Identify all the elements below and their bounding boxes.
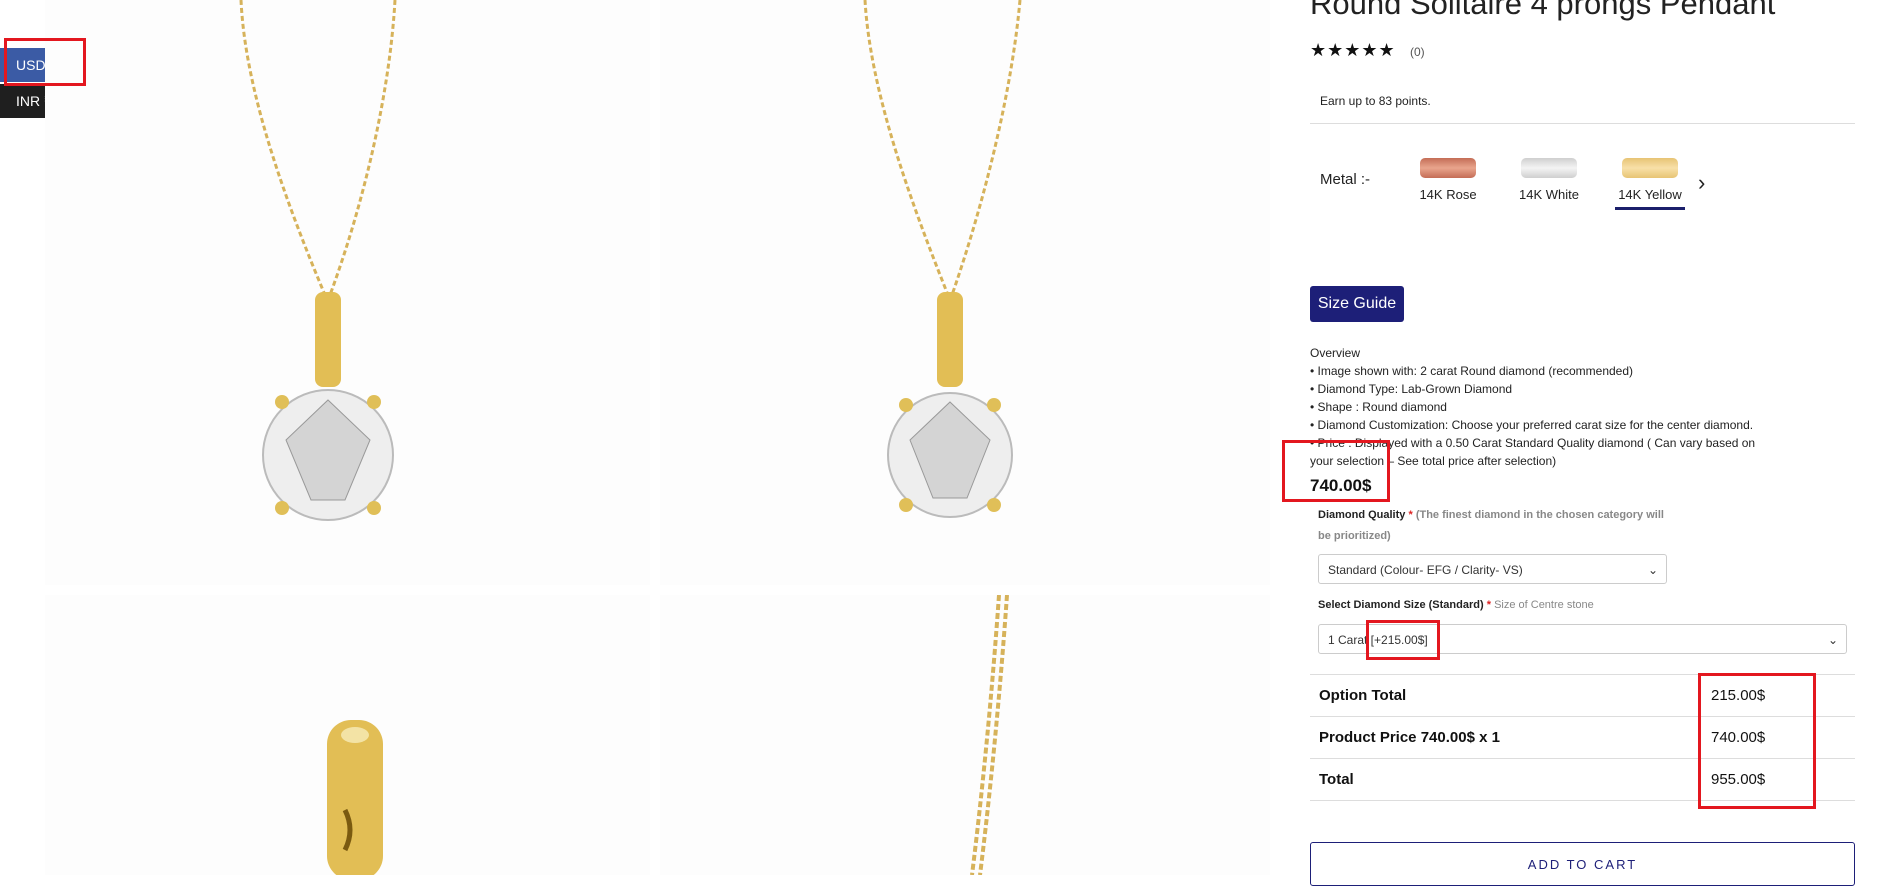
product-title: Round Solitaire 4 prongs Pendant — [1310, 0, 1776, 21]
chevron-down-icon: ⌄ — [1827, 633, 1838, 647]
required-marker: * — [1486, 599, 1491, 611]
row-label: Option Total — [1310, 674, 1706, 717]
row-label: Total — [1310, 758, 1706, 801]
metal-color-chip — [1622, 158, 1678, 178]
pendant-angle-image — [863, 0, 1022, 518]
overview-item: • Shape : Round diamond — [1310, 400, 1447, 414]
product-info-panel: Round Solitaire 4 prongs Pendant ★★★★★ (… — [1310, 0, 1855, 886]
metal-color-chip — [1521, 158, 1577, 178]
overview-heading: Overview — [1310, 346, 1361, 360]
add-to-cart-button[interactable]: ADD TO CART — [1310, 842, 1855, 886]
metal-swatch-14k-white[interactable]: 14K White — [1514, 158, 1584, 202]
row-value: 955.00$ — [1706, 758, 1855, 801]
table-row: Total 955.00$ — [1310, 758, 1855, 801]
product-image-1[interactable] — [45, 0, 650, 585]
label-text: Diamond Quality — [1318, 509, 1406, 521]
metal-color-chip — [1420, 158, 1476, 178]
review-count[interactable]: (0) — [1410, 45, 1425, 59]
diamond-quality-select[interactable]: Standard (Colour- EFG / Clarity- VS) ⌄ — [1318, 554, 1667, 584]
metal-label: Metal :- — [1320, 171, 1371, 188]
product-overview: Overview • Image shown with: 2 carat Rou… — [1310, 344, 1780, 470]
pendant-front-image — [239, 0, 397, 521]
price-summary-table: Option Total 215.00$ Product Price 740.0… — [1310, 674, 1855, 801]
label-text: Select Diamond Size (Standard) — [1318, 599, 1484, 611]
diamond-size-select[interactable]: 1 Carat [+215.00$] ⌄ — [1318, 624, 1847, 654]
metal-swatch-14k-rose[interactable]: 14K Rose — [1413, 158, 1483, 202]
bail-closeup-image — [327, 720, 383, 875]
table-row: Option Total 215.00$ — [1310, 674, 1855, 717]
rating-stars[interactable]: ★★★★★ — [1310, 40, 1396, 61]
product-image-2[interactable] — [660, 0, 1270, 585]
row-label: Product Price 740.00$ x 1 — [1310, 716, 1706, 759]
product-image-gallery — [40, 0, 1270, 875]
chevron-down-icon: ⌄ — [1647, 563, 1658, 577]
product-price: 740.00$ — [1310, 476, 1372, 495]
metal-swatch-label: 14K White — [1519, 187, 1579, 202]
size-guide-button[interactable]: Size Guide — [1310, 286, 1404, 322]
label-note: Size of Centre stone — [1494, 599, 1594, 611]
overview-item: • Diamond Type: Lab-Grown Diamond — [1310, 382, 1513, 396]
required-marker: * — [1408, 509, 1413, 521]
product-image-4[interactable] — [660, 595, 1270, 875]
overview-item: • Image shown with: 2 carat Round diamon… — [1310, 364, 1634, 378]
diamond-size-label: Select Diamond Size (Standard) * Size of… — [1318, 599, 1594, 611]
metal-swatch-14k-yellow[interactable]: 14K Yellow — [1615, 158, 1685, 210]
selected-value: 1 Carat [+215.00$] — [1328, 633, 1428, 647]
selected-value: Standard (Colour- EFG / Clarity- VS) — [1328, 563, 1523, 577]
chevron-right-icon[interactable]: › — [1698, 170, 1705, 196]
chain-closeup-image — [970, 595, 1009, 875]
overview-item: • Diamond Customization: Choose your pre… — [1310, 418, 1754, 432]
metal-swatch-label: 14K Yellow — [1615, 187, 1685, 210]
diamond-quality-label: Diamond Quality * (The finest diamond in… — [1318, 505, 1678, 547]
reward-points-text: Earn up to 83 points. — [1320, 94, 1431, 108]
table-row: Product Price 740.00$ x 1 740.00$ — [1310, 716, 1855, 759]
row-value: 215.00$ — [1706, 674, 1855, 717]
metal-swatch-label: 14K Rose — [1419, 187, 1477, 202]
overview-item: • Price : Displayed with a 0.50 Carat St… — [1310, 436, 1756, 468]
divider — [1310, 123, 1855, 124]
row-value: 740.00$ — [1706, 716, 1855, 759]
product-image-3[interactable] — [45, 595, 650, 875]
